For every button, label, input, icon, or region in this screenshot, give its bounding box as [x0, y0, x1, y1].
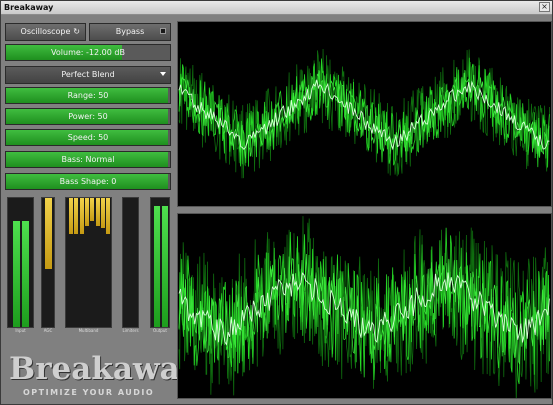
- multiband-bar: [74, 198, 79, 235]
- oscilloscope-top: [177, 21, 552, 207]
- oscilloscope-bottom: [177, 213, 552, 399]
- bass-slider[interactable]: Bass: Normal: [5, 151, 171, 168]
- title-bar[interactable]: Breakaway ×: [1, 1, 552, 15]
- multiband-bar: [106, 198, 111, 235]
- brand-name: Breakaway: [9, 351, 198, 387]
- multiband-meter: [65, 197, 112, 328]
- multiband-bar: [100, 198, 105, 228]
- refresh-icon: ↻: [73, 27, 80, 36]
- speed-label: Speed: 50: [67, 133, 109, 142]
- multiband-bar: [95, 198, 100, 227]
- input-meter-label: Input: [15, 328, 26, 333]
- input-meter-right: [22, 221, 29, 327]
- bass-shape-label: Bass Shape: 0: [59, 177, 117, 186]
- power-label: Power: 50: [68, 112, 108, 121]
- output-meter-label: Output: [153, 328, 167, 333]
- range-label: Range: 50: [67, 91, 109, 100]
- window-title: Breakaway: [4, 3, 54, 12]
- oscilloscope-bottom-trace: [178, 216, 550, 398]
- output-meter-right: [162, 205, 168, 327]
- bypass-label: Bypass: [115, 27, 145, 36]
- agc-meter-label: AGC: [43, 328, 53, 333]
- bass-shape-slider[interactable]: Bass Shape: 0: [5, 173, 171, 190]
- output-meter: [150, 197, 170, 328]
- volume-slider[interactable]: Volume: -12.00 dB: [5, 44, 171, 61]
- brand-tagline: OPTIMIZE YOUR AUDIO: [23, 388, 155, 397]
- input-meter-left: [13, 221, 20, 327]
- preset-label: Perfect Blend: [61, 70, 115, 79]
- limiters-meter: [122, 197, 139, 328]
- bypass-button[interactable]: Bypass: [89, 23, 171, 41]
- multiband-bar: [84, 198, 89, 227]
- brand-logo: Breakaway OPTIMIZE YOUR AUDIO: [7, 351, 198, 399]
- oscilloscope-label: Oscilloscope: [20, 27, 71, 36]
- agc-meter-bar: [45, 198, 52, 269]
- volume-label: Volume: -12.00 dB: [51, 48, 125, 57]
- output-meter-left: [154, 205, 160, 327]
- close-button[interactable]: ×: [539, 2, 550, 12]
- preset-dropdown[interactable]: Perfect Blend: [5, 66, 171, 84]
- breakaway-window: Breakaway × Oscilloscope ↻ Bypass Volume…: [0, 0, 553, 405]
- bass-label: Bass: Normal: [61, 155, 115, 164]
- oscilloscope-button[interactable]: Oscilloscope ↻: [5, 23, 86, 41]
- speed-slider[interactable]: Speed: 50: [5, 129, 171, 146]
- power-slider[interactable]: Power: 50: [5, 108, 171, 125]
- limiters-meter-label: Limiters: [122, 328, 139, 333]
- input-meter: [7, 197, 34, 328]
- oscilloscope-top-trace: [178, 49, 550, 179]
- range-slider[interactable]: Range: 50: [5, 87, 171, 104]
- multiband-bar: [90, 198, 95, 222]
- multiband-bar: [79, 198, 84, 235]
- multiband-meter-label: Multiband: [78, 328, 99, 333]
- agc-meter: [41, 197, 55, 328]
- bypass-indicator: [160, 28, 166, 34]
- multiband-bar: [69, 198, 73, 235]
- chevron-down-icon: [160, 72, 166, 76]
